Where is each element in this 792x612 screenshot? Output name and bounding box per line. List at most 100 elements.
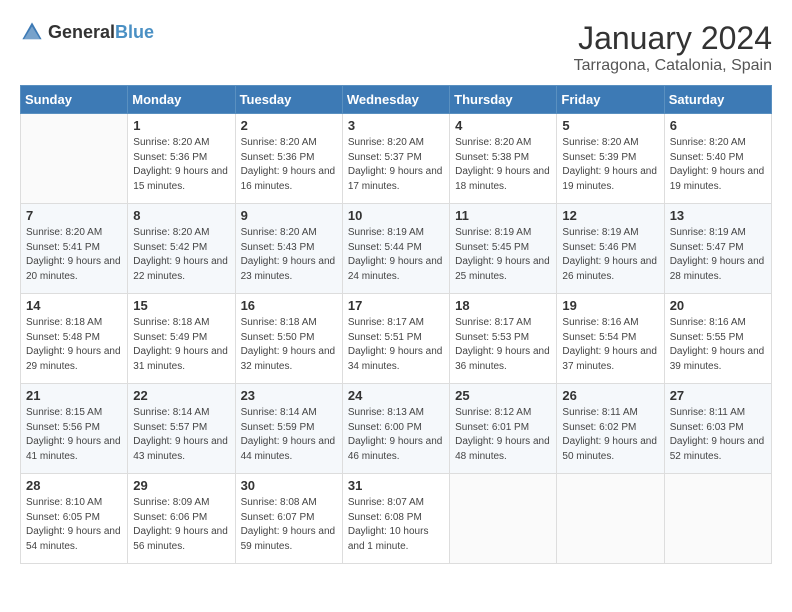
calendar-cell: 28 Sunrise: 8:10 AMSunset: 6:05 PMDayligh… (21, 474, 128, 564)
header-day-friday: Friday (557, 86, 664, 114)
header-day-tuesday: Tuesday (235, 86, 342, 114)
day-number: 3 (348, 118, 444, 133)
calendar-cell: 25Sunrise: 8:12 AMSunset: 6:01 PMDayligh… (450, 384, 557, 474)
day-number: 30 (241, 478, 337, 493)
day-number: 18 (455, 298, 551, 313)
day-number: 9 (241, 208, 337, 223)
calendar-cell: 12 Sunrise: 8:19 AMSunset: 5:46 PMDayligh… (557, 204, 664, 294)
calendar-cell: 15Sunrise: 8:18 AMSunset: 5:49 PMDayligh… (128, 294, 235, 384)
cell-info: Sunrise: 8:17 AMSunset: 5:53 PMDaylight:… (455, 316, 551, 374)
cell-info: Sunrise: 8:18 AMSunset: 5:49 PMDaylight:… (133, 316, 229, 374)
cell-info: Sunrise: 8:14 AMSunset: 5:57 PMDaylight:… (133, 406, 229, 464)
calendar-cell: 23 Sunrise: 8:14 AMSunset: 5:59 PMDayligh… (235, 384, 342, 474)
calendar-cell (557, 474, 664, 564)
calendar-cell: 20 Sunrise: 8:16 AMSunset: 5:55 PMDayligh… (664, 294, 771, 384)
calendar-cell: 27 Sunrise: 8:11 AMSunset: 6:03 PMDayligh… (664, 384, 771, 474)
week-row-0: 1 Sunrise: 8:20 AMSunset: 5:36 PMDaylight… (21, 114, 772, 204)
calendar-cell: 13 Sunrise: 8:19 AMSunset: 5:47 PMDayligh… (664, 204, 771, 294)
calendar-cell: 6Sunrise: 8:20 AMSunset: 5:40 PMDaylight… (664, 114, 771, 204)
day-number: 13 (670, 208, 766, 223)
header-row: SundayMondayTuesdayWednesdayThursdayFrid… (21, 86, 772, 114)
calendar-cell: 11Sunrise: 8:19 AMSunset: 5:45 PMDayligh… (450, 204, 557, 294)
cell-info: Sunrise: 8:11 AMSunset: 6:03 PMDaylight:… (670, 406, 766, 464)
week-row-1: 7 Sunrise: 8:20 AMSunset: 5:41 PMDaylight… (21, 204, 772, 294)
calendar-cell: 9Sunrise: 8:20 AMSunset: 5:43 PMDaylight… (235, 204, 342, 294)
cell-info: Sunrise: 8:20 AMSunset: 5:41 PMDaylight:… (26, 226, 122, 284)
calendar-cell: 22Sunrise: 8:14 AMSunset: 5:57 PMDayligh… (128, 384, 235, 474)
calendar-cell: 21Sunrise: 8:15 AMSunset: 5:56 PMDayligh… (21, 384, 128, 474)
logo-text: GeneralBlue (48, 22, 154, 43)
calendar-cell: 19 Sunrise: 8:16 AMSunset: 5:54 PMDayligh… (557, 294, 664, 384)
calendar-cell: 3Sunrise: 8:20 AMSunset: 5:37 PMDaylight… (342, 114, 449, 204)
cell-info: Sunrise: 8:18 AMSunset: 5:48 PMDaylight:… (26, 316, 122, 374)
day-number: 12 (562, 208, 658, 223)
day-number: 7 (26, 208, 122, 223)
day-number: 4 (455, 118, 551, 133)
cell-info: Sunrise: 8:07 AMSunset: 6:08 PMDaylight:… (348, 496, 444, 554)
calendar-cell: 31Sunrise: 8:07 AMSunset: 6:08 PMDayligh… (342, 474, 449, 564)
cell-info: Sunrise: 8:20 AMSunset: 5:42 PMDaylight:… (133, 226, 229, 284)
calendar-cell: 17 Sunrise: 8:17 AMSunset: 5:51 PMDayligh… (342, 294, 449, 384)
logo-icon (20, 20, 44, 44)
day-number: 5 (562, 118, 658, 133)
day-number: 16 (241, 298, 337, 313)
day-number: 26 (562, 388, 658, 403)
day-number: 10 (348, 208, 444, 223)
day-number: 14 (26, 298, 122, 313)
cell-info: Sunrise: 8:19 AMSunset: 5:47 PMDaylight:… (670, 226, 766, 284)
day-number: 1 (133, 118, 229, 133)
calendar-cell: 18 Sunrise: 8:17 AMSunset: 5:53 PMDayligh… (450, 294, 557, 384)
header-day-monday: Monday (128, 86, 235, 114)
calendar-cell: 24 Sunrise: 8:13 AMSunset: 6:00 PMDayligh… (342, 384, 449, 474)
calendar-cell: 29 Sunrise: 8:09 AMSunset: 6:06 PMDayligh… (128, 474, 235, 564)
calendar-cell: 2Sunrise: 8:20 AMSunset: 5:36 PMDaylight… (235, 114, 342, 204)
calendar-cell (21, 114, 128, 204)
cell-info: Sunrise: 8:14 AMSunset: 5:59 PMDaylight:… (241, 406, 337, 464)
location-title: Tarragona, Catalonia, Spain (574, 57, 772, 75)
cell-info: Sunrise: 8:08 AMSunset: 6:07 PMDaylight:… (241, 496, 337, 554)
calendar-cell: 8 Sunrise: 8:20 AMSunset: 5:42 PMDaylight… (128, 204, 235, 294)
day-number: 29 (133, 478, 229, 493)
day-number: 17 (348, 298, 444, 313)
day-number: 8 (133, 208, 229, 223)
calendar-cell (450, 474, 557, 564)
day-number: 24 (348, 388, 444, 403)
cell-info: Sunrise: 8:10 AMSunset: 6:05 PMDaylight:… (26, 496, 122, 554)
cell-info: Sunrise: 8:15 AMSunset: 5:56 PMDaylight:… (26, 406, 122, 464)
logo-blue: Blue (115, 22, 154, 42)
cell-info: Sunrise: 8:16 AMSunset: 5:54 PMDaylight:… (562, 316, 658, 374)
cell-info: Sunrise: 8:13 AMSunset: 6:00 PMDaylight:… (348, 406, 444, 464)
day-number: 23 (241, 388, 337, 403)
day-number: 19 (562, 298, 658, 313)
calendar-cell: 4Sunrise: 8:20 AMSunset: 5:38 PMDaylight… (450, 114, 557, 204)
day-number: 20 (670, 298, 766, 313)
header-day-sunday: Sunday (21, 86, 128, 114)
cell-info: Sunrise: 8:19 AMSunset: 5:45 PMDaylight:… (455, 226, 551, 284)
calendar-cell: 5Sunrise: 8:20 AMSunset: 5:39 PMDaylight… (557, 114, 664, 204)
cell-info: Sunrise: 8:18 AMSunset: 5:50 PMDaylight:… (241, 316, 337, 374)
cell-info: Sunrise: 8:19 AMSunset: 5:44 PMDaylight:… (348, 226, 444, 284)
day-number: 27 (670, 388, 766, 403)
calendar-cell: 14 Sunrise: 8:18 AMSunset: 5:48 PMDayligh… (21, 294, 128, 384)
cell-info: Sunrise: 8:19 AMSunset: 5:46 PMDaylight:… (562, 226, 658, 284)
cell-info: Sunrise: 8:17 AMSunset: 5:51 PMDaylight:… (348, 316, 444, 374)
calendar-cell: 10 Sunrise: 8:19 AMSunset: 5:44 PMDayligh… (342, 204, 449, 294)
day-number: 25 (455, 388, 551, 403)
calendar-cell: 7 Sunrise: 8:20 AMSunset: 5:41 PMDaylight… (21, 204, 128, 294)
week-row-2: 14 Sunrise: 8:18 AMSunset: 5:48 PMDayligh… (21, 294, 772, 384)
cell-info: Sunrise: 8:16 AMSunset: 5:55 PMDaylight:… (670, 316, 766, 374)
cell-info: Sunrise: 8:20 AMSunset: 5:36 PMDaylight:… (133, 136, 229, 194)
calendar-cell: 1 Sunrise: 8:20 AMSunset: 5:36 PMDaylight… (128, 114, 235, 204)
cell-info: Sunrise: 8:20 AMSunset: 5:40 PMDaylight:… (670, 136, 766, 194)
day-number: 28 (26, 478, 122, 493)
calendar-cell: 30 Sunrise: 8:08 AMSunset: 6:07 PMDayligh… (235, 474, 342, 564)
month-title: January 2024 (574, 20, 772, 57)
title-block: January 2024 Tarragona, Catalonia, Spain (574, 20, 772, 75)
header-day-thursday: Thursday (450, 86, 557, 114)
calendar-table: SundayMondayTuesdayWednesdayThursdayFrid… (20, 85, 772, 564)
logo: GeneralBlue (20, 20, 154, 44)
header-day-saturday: Saturday (664, 86, 771, 114)
day-number: 2 (241, 118, 337, 133)
week-row-4: 28 Sunrise: 8:10 AMSunset: 6:05 PMDayligh… (21, 474, 772, 564)
cell-info: Sunrise: 8:09 AMSunset: 6:06 PMDaylight:… (133, 496, 229, 554)
